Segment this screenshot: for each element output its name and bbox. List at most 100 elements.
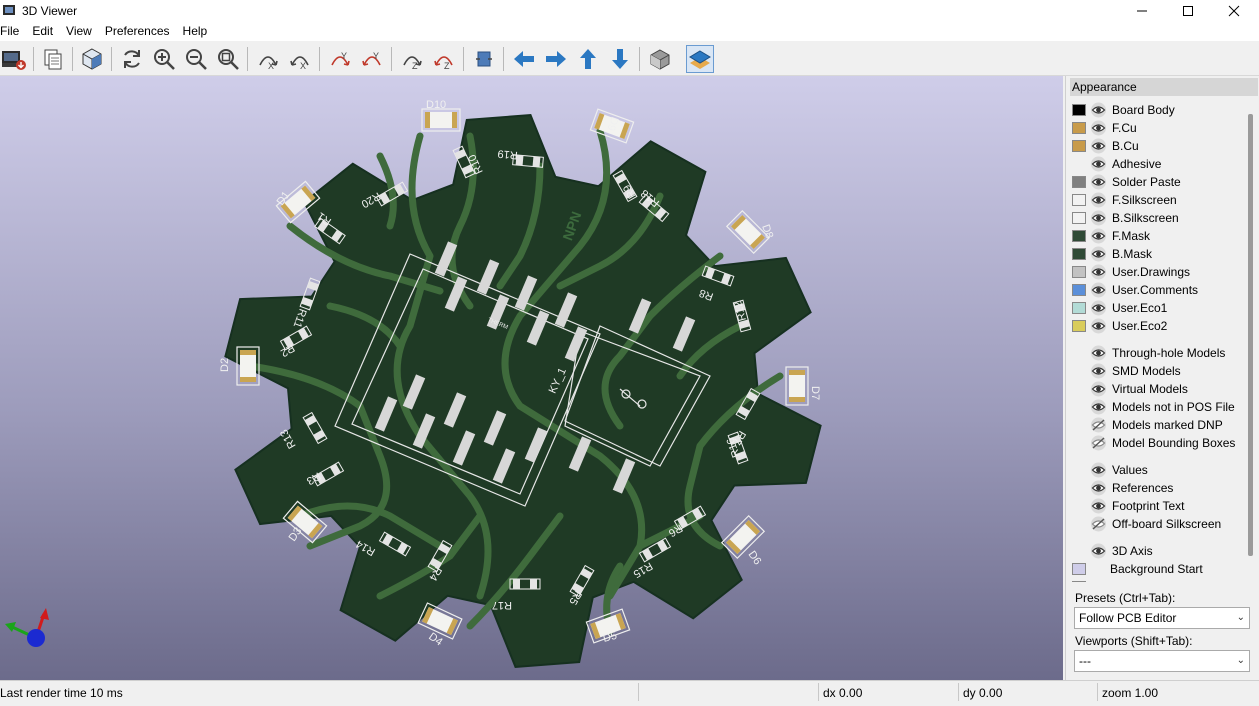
svg-text:Y: Y	[373, 51, 379, 61]
maximize-button[interactable]	[1165, 0, 1211, 22]
zoom-in-button[interactable]	[150, 45, 178, 73]
layer-row[interactable]: Models not in POS File	[1066, 398, 1246, 416]
layer-row[interactable]: User.Eco1	[1066, 299, 1246, 317]
layer-row[interactable]: User.Drawings	[1066, 263, 1246, 281]
minimize-button[interactable]	[1119, 0, 1165, 22]
move-up-button[interactable]	[574, 45, 602, 73]
layer-row[interactable]: Background End	[1066, 578, 1246, 582]
export-image-button[interactable]	[0, 45, 28, 73]
view-3d-button[interactable]	[78, 45, 106, 73]
color-swatch[interactable]	[1072, 230, 1086, 242]
rotate-x-ccw-button[interactable]: X	[286, 45, 314, 73]
eye-icon	[1091, 228, 1106, 244]
layer-row[interactable]: Values	[1066, 461, 1246, 479]
layer-label: User.Eco1	[1112, 301, 1168, 315]
layer-row[interactable]: Through-hole Models	[1066, 344, 1246, 362]
presets-select[interactable]: Follow PCB Editor ⌄	[1074, 607, 1250, 629]
color-swatch[interactable]	[1072, 248, 1086, 260]
layer-label: User.Eco2	[1112, 319, 1168, 333]
eye-off-icon	[1091, 417, 1106, 433]
ref-r19: R19	[497, 147, 518, 161]
layer-row[interactable]: Footprint Text	[1066, 497, 1246, 515]
eye-icon	[1091, 498, 1106, 514]
eye-icon	[1091, 138, 1106, 154]
color-swatch[interactable]	[1072, 284, 1086, 296]
svg-text:X: X	[300, 61, 306, 71]
menu-edit[interactable]: Edit	[32, 22, 53, 41]
layer-row[interactable]: User.Eco2	[1066, 317, 1246, 335]
layer-row[interactable]: Solder Paste	[1066, 173, 1246, 191]
layer-row[interactable]: SMD Models	[1066, 362, 1246, 380]
color-swatch[interactable]	[1072, 320, 1086, 332]
svg-text:X: X	[268, 61, 274, 71]
rotate-z-cw-button[interactable]: Z	[398, 45, 426, 73]
layer-row[interactable]: Off-board Silkscreen	[1066, 515, 1246, 533]
layer-label: User.Drawings	[1112, 265, 1191, 279]
copy-clipboard-button[interactable]	[39, 45, 67, 73]
layer-row[interactable]: Background Start	[1066, 560, 1246, 578]
layer-row[interactable]: User.Comments	[1066, 281, 1246, 299]
minimize-icon	[1137, 10, 1147, 12]
color-swatch[interactable]	[1072, 581, 1086, 582]
layer-label: F.Mask	[1112, 229, 1151, 243]
refresh-icon	[124, 50, 140, 68]
rotate-x-icon: X	[259, 56, 278, 71]
reload-button[interactable]	[118, 45, 146, 73]
layer-row[interactable]: References	[1066, 479, 1246, 497]
eye-icon	[1091, 282, 1106, 298]
color-swatch[interactable]	[1072, 266, 1086, 278]
zoom-fit-button[interactable]	[214, 45, 242, 73]
layer-row[interactable]: Model Bounding Boxes	[1066, 434, 1246, 452]
color-swatch[interactable]	[1072, 563, 1086, 575]
layer-row[interactable]: F.Cu	[1066, 119, 1246, 137]
3d-viewport[interactable]: NPN KY_1 THERM D10 D9 D1 D8 D2 D7 D3 D6 D4 D5 R10 R…	[0, 76, 1063, 680]
rotate-y-cw-button[interactable]: Y	[326, 45, 354, 73]
layer-row[interactable]: 3D Axis	[1066, 542, 1246, 560]
toolbar: X X Y Y Z Z	[0, 41, 1259, 76]
layer-row[interactable]: B.Mask	[1066, 245, 1246, 263]
move-right-button[interactable]	[542, 45, 570, 73]
ortho-toggle-button[interactable]	[646, 45, 674, 73]
menu-view[interactable]: View	[66, 22, 92, 41]
layer-row[interactable]: F.Mask	[1066, 227, 1246, 245]
layer-row[interactable]: Models marked DNP	[1066, 416, 1246, 434]
arrow-down-icon	[612, 49, 628, 69]
layer-row[interactable]: B.Silkscreen	[1066, 209, 1246, 227]
layer-row[interactable]: Adhesive	[1066, 155, 1246, 173]
rotate-y-ccw-button[interactable]: Y	[358, 45, 386, 73]
flip-board-button[interactable]	[470, 45, 498, 73]
zoom-out-button[interactable]	[182, 45, 210, 73]
eye-icon	[1091, 174, 1106, 190]
move-left-button[interactable]	[510, 45, 538, 73]
eye-icon	[1091, 318, 1106, 334]
color-swatch[interactable]	[1072, 194, 1086, 206]
layer-label: SMD Models	[1112, 364, 1181, 378]
move-down-button[interactable]	[606, 45, 634, 73]
layer-row[interactable]: F.Silkscreen	[1066, 191, 1246, 209]
viewports-select[interactable]: --- ⌄	[1074, 650, 1250, 672]
color-swatch[interactable]	[1072, 122, 1086, 134]
rotate-x-cw-button[interactable]: X	[254, 45, 282, 73]
layer-row[interactable]: Virtual Models	[1066, 380, 1246, 398]
raytrace-toggle-button[interactable]	[686, 45, 714, 73]
rotate-z-ccw-button[interactable]: Z	[430, 45, 458, 73]
ref-r17: R17	[492, 599, 512, 611]
color-swatch[interactable]	[1072, 176, 1086, 188]
copy-icon	[44, 49, 62, 70]
menu-file[interactable]: File	[0, 22, 19, 41]
menu-help[interactable]: Help	[183, 22, 208, 41]
eye-icon	[1091, 480, 1106, 496]
ref-d10: D10	[426, 99, 446, 111]
close-button[interactable]	[1211, 0, 1257, 22]
layer-row[interactable]: B.Cu	[1066, 137, 1246, 155]
app-icon	[3, 5, 15, 15]
layer-list-scrollbar[interactable]	[1248, 114, 1253, 556]
layer-row[interactable]: Board Body	[1066, 101, 1246, 119]
rotate-z-icon: Z	[403, 56, 422, 71]
color-swatch[interactable]	[1072, 212, 1086, 224]
color-swatch[interactable]	[1072, 140, 1086, 152]
zoom-out-icon	[186, 49, 207, 70]
color-swatch[interactable]	[1072, 104, 1086, 116]
color-swatch[interactable]	[1072, 302, 1086, 314]
menu-preferences[interactable]: Preferences	[105, 22, 170, 41]
